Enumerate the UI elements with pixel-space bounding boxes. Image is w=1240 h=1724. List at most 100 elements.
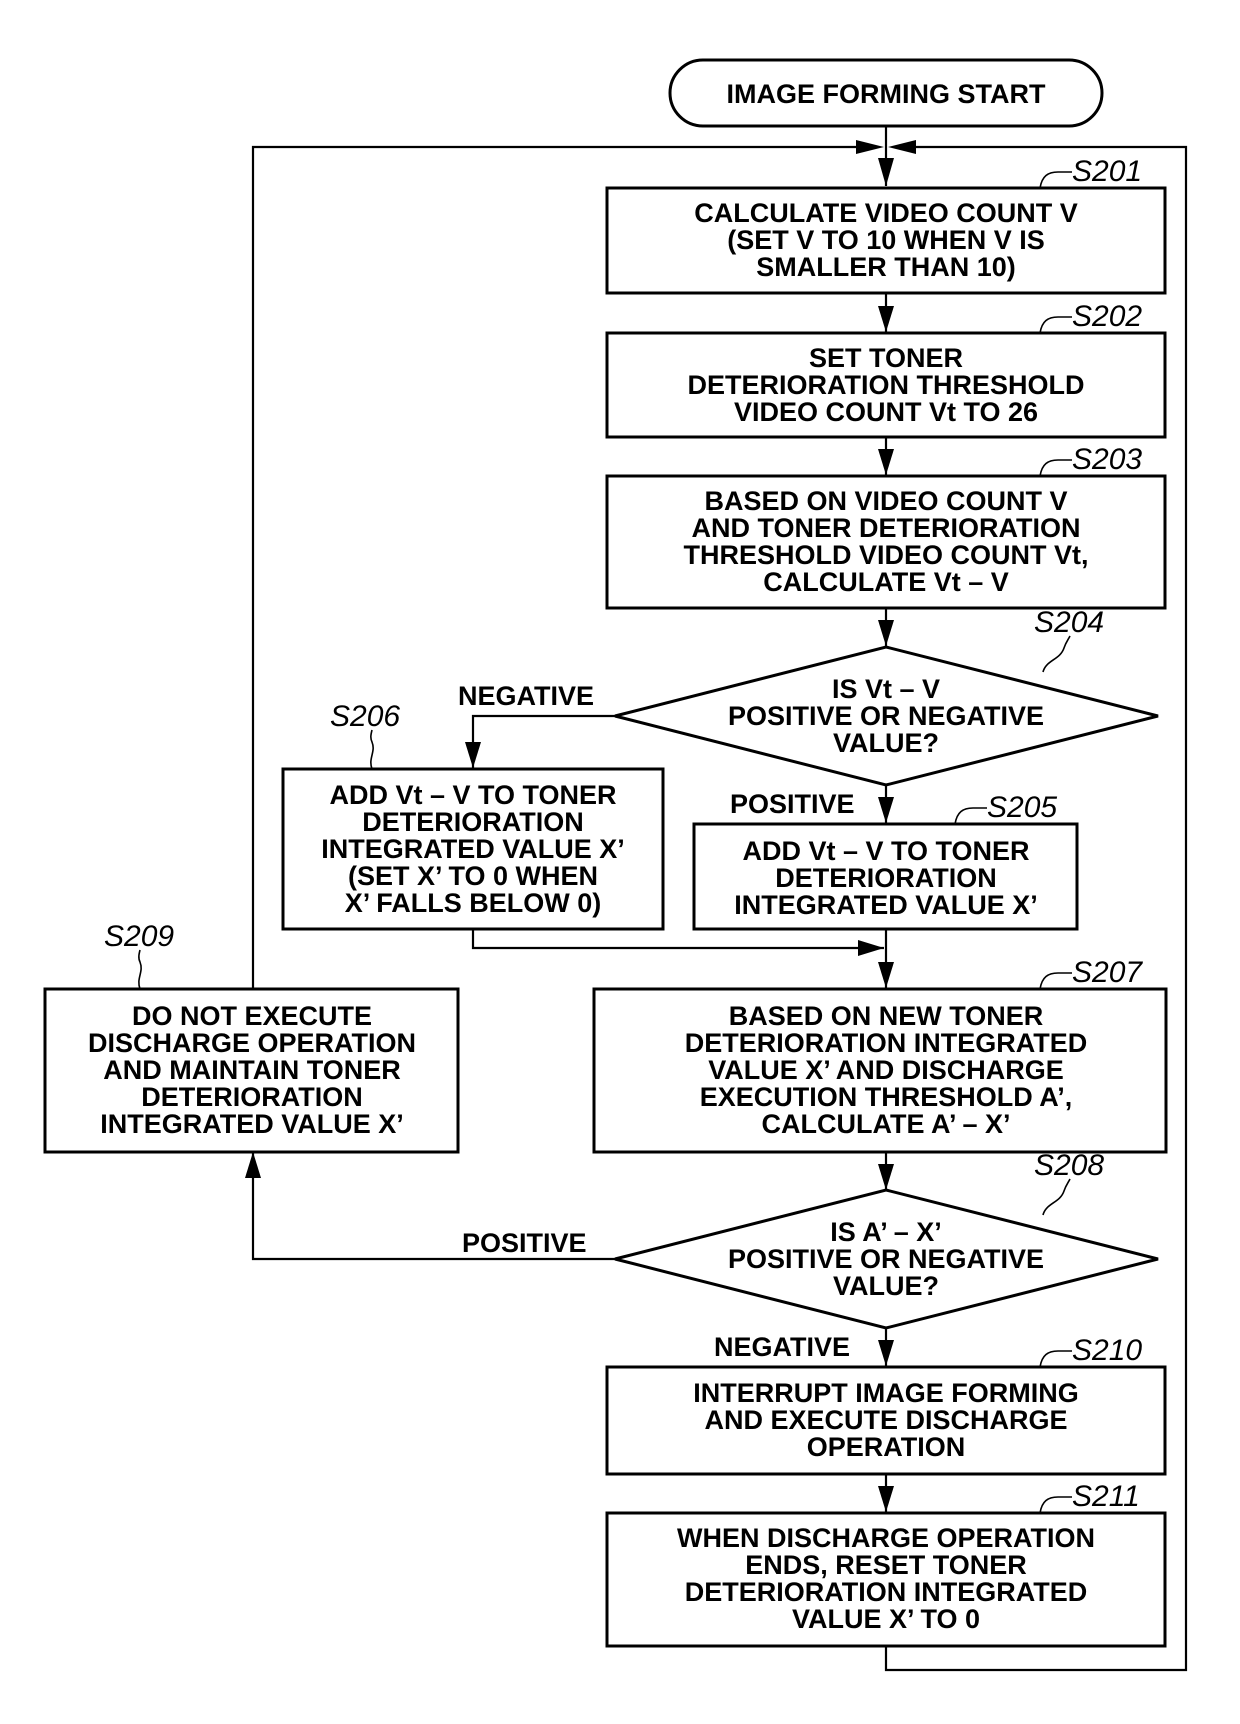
text-line: VIDEO COUNT Vt TO 26 bbox=[734, 397, 1038, 427]
step-id-s201: S201 bbox=[1072, 155, 1142, 188]
edge-s204-s206 bbox=[471, 714, 615, 768]
step-s209-text: DO NOT EXECUTE DISCHARGE OPERATION AND MAI… bbox=[88, 1001, 416, 1139]
arrowhead-s208-s209 bbox=[245, 1152, 261, 1178]
text-line: INTERRUPT IMAGE FORMING bbox=[693, 1378, 1079, 1408]
arrowhead-s201-s202 bbox=[878, 306, 894, 332]
text-line: X’ FALLS BELOW 0) bbox=[345, 888, 602, 918]
text-line: DO NOT EXECUTE bbox=[132, 1001, 372, 1031]
start-text: IMAGE FORMING START bbox=[727, 79, 1046, 109]
arrowhead-s206-s207 bbox=[858, 940, 884, 956]
arrowhead-s204-s205 bbox=[878, 797, 894, 823]
text-line: CALCULATE Vt – V bbox=[763, 567, 1009, 597]
text-line: ADD Vt – V TO TONER bbox=[742, 836, 1029, 866]
arrowhead-loop-right bbox=[888, 140, 916, 154]
leader-s209 bbox=[138, 949, 142, 990]
step-id-s203: S203 bbox=[1072, 443, 1142, 476]
text-line: IMAGE FORMING START bbox=[727, 79, 1046, 109]
text-line: BASED ON NEW TONER bbox=[729, 1001, 1044, 1031]
flowchart: IMAGE FORMING START CALCULATE VIDEO COUN… bbox=[43, 58, 1188, 1672]
step-id-s204: S204 bbox=[1034, 606, 1104, 639]
text-line: THRESHOLD VIDEO COUNT Vt, bbox=[683, 540, 1088, 570]
text-line: EXECUTION THRESHOLD A’, bbox=[700, 1082, 1073, 1112]
step-s211: WHEN DISCHARGE OPERATION ENDS, RESET TONE… bbox=[605, 1511, 1167, 1648]
text-line: INTEGRATED VALUE X’ bbox=[100, 1109, 404, 1139]
leader-s211 bbox=[1039, 1496, 1072, 1514]
text-line: INTEGRATED VALUE X’ bbox=[321, 834, 625, 864]
step-s206: ADD Vt – V TO TONER DETERIORATION INTEGRAT… bbox=[281, 767, 665, 931]
start-terminal: IMAGE FORMING START bbox=[668, 58, 1104, 128]
text-line: VALUE? bbox=[833, 728, 939, 758]
step-id-s208: S208 bbox=[1034, 1149, 1104, 1182]
text-line: AND TONER DETERIORATION bbox=[691, 513, 1080, 543]
edge-s206-s207 bbox=[471, 929, 884, 950]
text-line: INTEGRATED VALUE X’ bbox=[734, 890, 1038, 920]
decision-s208: IS A’ – X’ POSITIVE OR NEGATIVE VALUE? bbox=[614, 1188, 1159, 1330]
arrowhead-s210-s211 bbox=[878, 1486, 894, 1512]
step-id-s205: S205 bbox=[987, 791, 1057, 824]
step-s205-text: ADD Vt – V TO TONER DETERIORATION INTEGRAT… bbox=[734, 836, 1038, 920]
text-line: DETERIORATION INTEGRATED bbox=[685, 1028, 1088, 1058]
text-line: (SET V TO 10 WHEN V IS bbox=[727, 225, 1045, 255]
text-line: ENDS, RESET TONER bbox=[745, 1550, 1027, 1580]
text-line: CALCULATE A’ – X’ bbox=[761, 1109, 1010, 1139]
arrowhead-s203-s204 bbox=[878, 620, 894, 646]
leader-s205 bbox=[954, 807, 987, 825]
arrowhead-s208-s210 bbox=[878, 1340, 894, 1366]
text-line: AND EXECUTE DISCHARGE bbox=[704, 1405, 1067, 1435]
step-s210: INTERRUPT IMAGE FORMING AND EXECUTE DISCH… bbox=[605, 1365, 1167, 1476]
step-s203: BASED ON VIDEO COUNT V AND TONER DETERIOR… bbox=[605, 474, 1167, 610]
text-line: OPERATION bbox=[807, 1432, 966, 1462]
text-line: WHEN DISCHARGE OPERATION bbox=[677, 1523, 1095, 1553]
text-line: DETERIORATION bbox=[141, 1082, 363, 1112]
step-id-s202: S202 bbox=[1072, 300, 1142, 333]
arrowhead-s207-s208 bbox=[878, 1164, 894, 1190]
text-line: DETERIORATION THRESHOLD bbox=[688, 370, 1085, 400]
text-line: IS A’ – X’ bbox=[830, 1217, 942, 1247]
decision-s204: IS Vt – V POSITIVE OR NEGATIVE VALUE? bbox=[614, 645, 1159, 787]
text-line: DETERIORATION bbox=[775, 863, 997, 893]
step-s207: BASED ON NEW TONER DETERIORATION INTEGRAT… bbox=[592, 987, 1168, 1154]
text-line: DETERIORATION bbox=[362, 807, 584, 837]
text-line: (SET X’ TO 0 WHEN bbox=[348, 861, 598, 891]
text-line: POSITIVE OR NEGATIVE bbox=[728, 701, 1044, 731]
step-s202: SET TONER DETERIORATION THRESHOLD VIDEO CO… bbox=[605, 331, 1167, 439]
leader-s204 bbox=[1042, 635, 1071, 673]
step-s206-text: ADD Vt – V TO TONER DETERIORATION INTEGRAT… bbox=[321, 780, 625, 918]
text-line: IS Vt – V bbox=[832, 674, 940, 704]
step-id-s206: S206 bbox=[330, 700, 400, 733]
step-s209: DO NOT EXECUTE DISCHARGE OPERATION AND MAI… bbox=[43, 987, 460, 1154]
step-id-s211: S211 bbox=[1072, 1480, 1140, 1513]
text-line: DISCHARGE OPERATION bbox=[88, 1028, 416, 1058]
leader-s202 bbox=[1039, 316, 1072, 334]
text-line: VALUE? bbox=[833, 1271, 939, 1301]
leader-s203 bbox=[1039, 459, 1072, 477]
text-line: VALUE X’ AND DISCHARGE bbox=[708, 1055, 1064, 1085]
leader-s210 bbox=[1039, 1350, 1072, 1368]
step-s201: CALCULATE VIDEO COUNT V (SET V TO 10 WHEN… bbox=[605, 186, 1167, 295]
leader-s208 bbox=[1042, 1178, 1071, 1216]
text-line: AND MAINTAIN TONER bbox=[103, 1055, 401, 1085]
arrowhead-start-s201 bbox=[878, 158, 894, 186]
leader-s207 bbox=[1039, 972, 1072, 990]
edge-label-s208-positive: POSITIVE bbox=[462, 1228, 587, 1258]
leader-s206 bbox=[370, 729, 374, 770]
text-line: ADD Vt – V TO TONER bbox=[329, 780, 616, 810]
text-line: DETERIORATION INTEGRATED bbox=[685, 1577, 1088, 1607]
arrowhead-s204-s206 bbox=[465, 742, 481, 768]
text-line: CALCULATE VIDEO COUNT V bbox=[694, 198, 1078, 228]
step-s205: ADD Vt – V TO TONER DETERIORATION INTEGRAT… bbox=[692, 822, 1079, 931]
edge-label-s204-positive: POSITIVE bbox=[730, 789, 855, 819]
step-id-s207: S207 bbox=[1072, 956, 1143, 989]
leader-s201 bbox=[1039, 171, 1072, 189]
arrowhead-loop-left bbox=[856, 140, 884, 154]
edge-label-s208-negative: NEGATIVE bbox=[714, 1332, 850, 1362]
edge-label-s204-negative: NEGATIVE bbox=[458, 681, 594, 711]
text-line: POSITIVE OR NEGATIVE bbox=[728, 1244, 1044, 1274]
arrowhead-s202-s203 bbox=[878, 449, 894, 475]
text-line: SET TONER bbox=[809, 343, 963, 373]
arrowhead-s205-s207 bbox=[878, 962, 894, 988]
text-line: VALUE X’ TO 0 bbox=[792, 1604, 980, 1634]
text-line: BASED ON VIDEO COUNT V bbox=[704, 486, 1067, 516]
text-line: SMALLER THAN 10) bbox=[756, 252, 1016, 282]
step-id-s210: S210 bbox=[1072, 1334, 1142, 1367]
